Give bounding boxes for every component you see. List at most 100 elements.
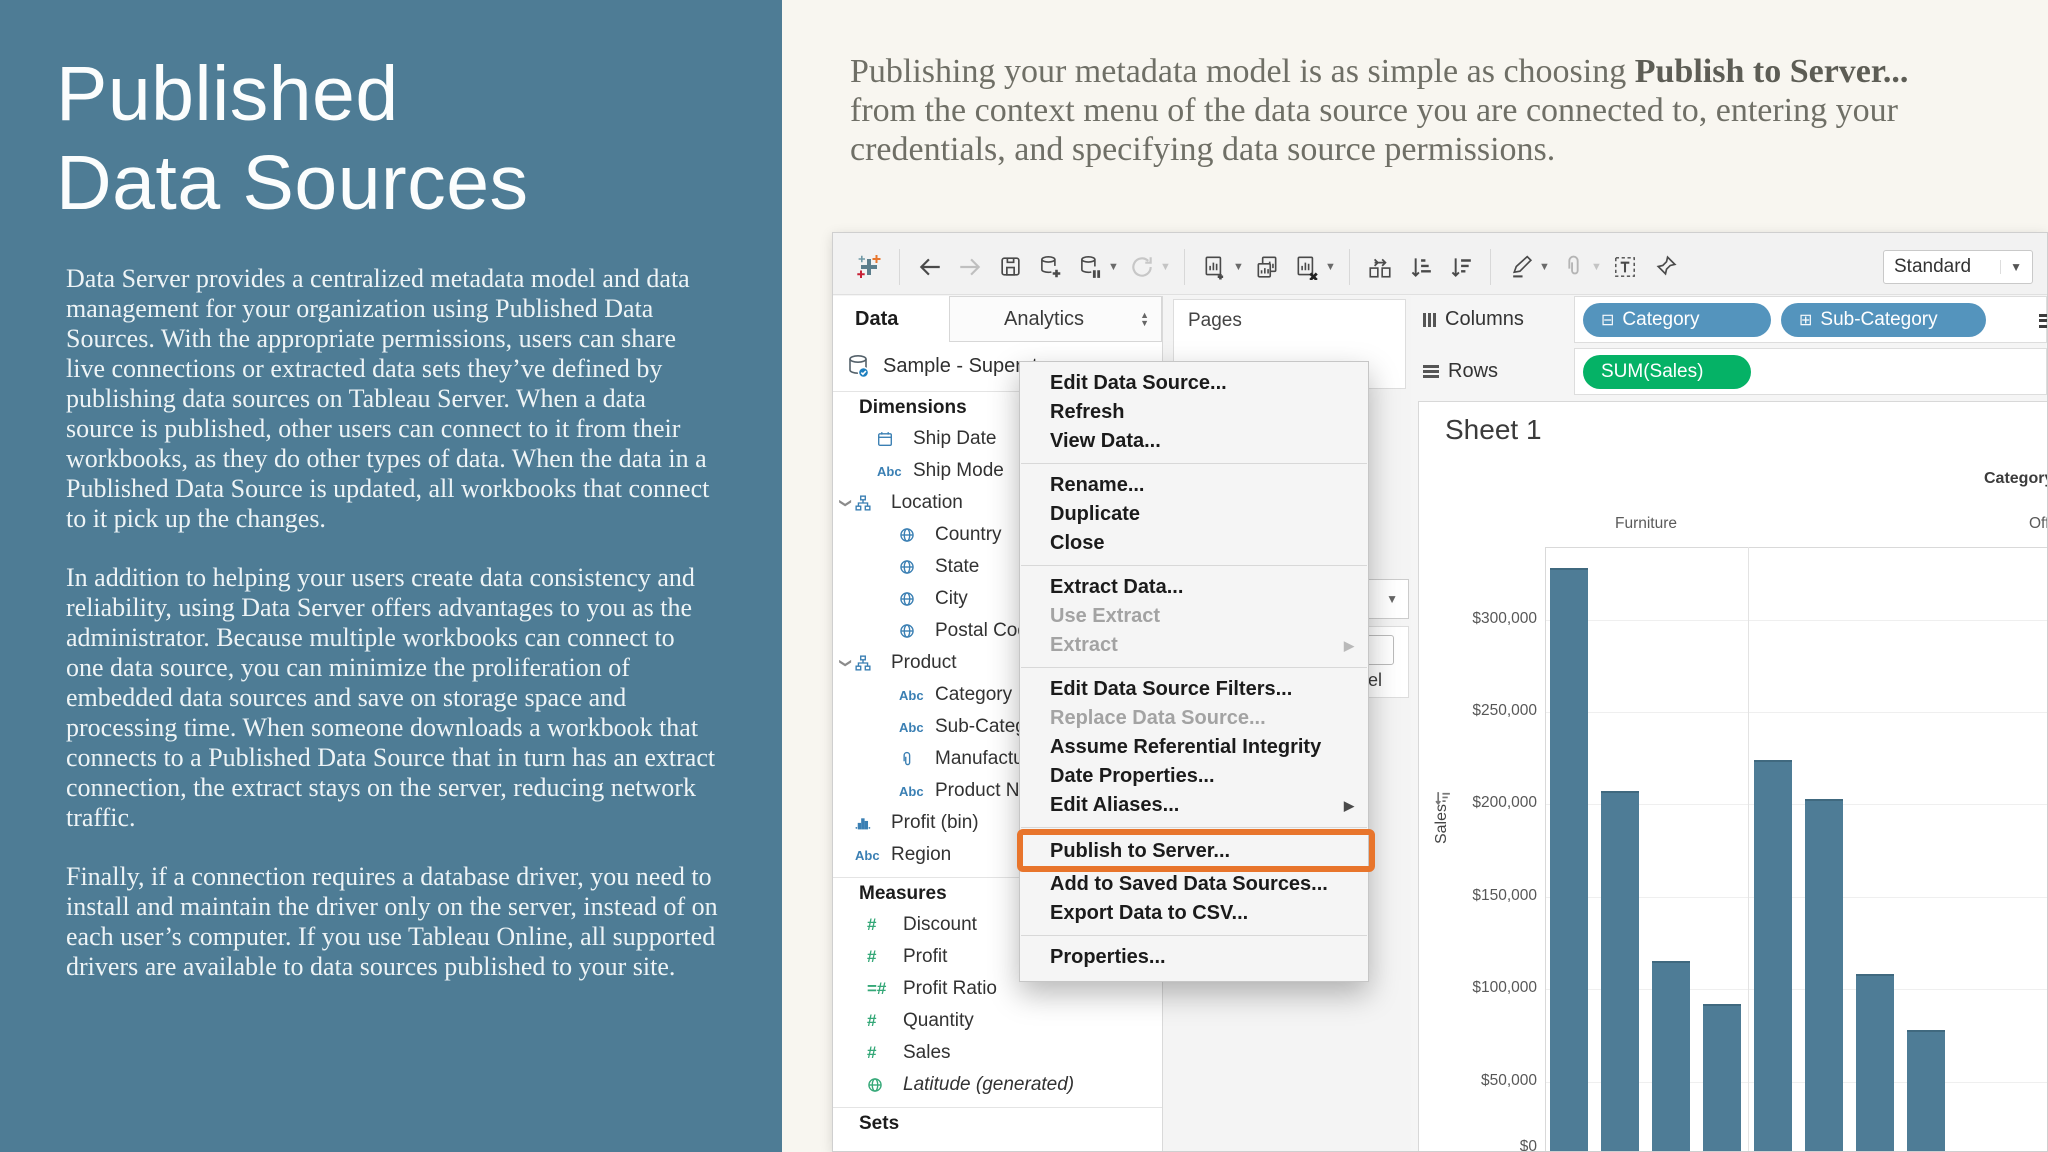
fit-mode-dropdown[interactable]: Standard ▼ — [1883, 249, 2033, 284]
submenu-arrow-icon: ▶ — [1344, 798, 1354, 813]
globe-green-icon — [867, 1076, 897, 1094]
bar-mark[interactable] — [1856, 974, 1894, 1151]
save-icon[interactable] — [995, 252, 1025, 282]
redo-forward-icon[interactable] — [955, 252, 985, 282]
category-separator-line — [1748, 547, 1749, 1151]
pill-category[interactable]: ⊟ Category — [1583, 302, 1771, 337]
menu-item-extract-data[interactable]: Extract Data... — [1020, 573, 1368, 602]
new-data-source-icon[interactable] — [1035, 252, 1065, 282]
submenu-arrow-icon: ▶ — [1344, 638, 1354, 653]
column-header-furniture: Furniture — [1614, 515, 1678, 532]
field-label: Category — [935, 684, 1013, 705]
bar-mark[interactable] — [1601, 791, 1639, 1151]
bar-mark[interactable] — [1907, 1030, 1945, 1151]
menu-item-assume-referential-integrity[interactable]: Assume Referential Integrity — [1020, 733, 1368, 762]
new-worksheet-dropdown-caret[interactable]: ▼ — [1233, 261, 1245, 273]
toolbar-separator — [899, 248, 900, 285]
minus-box-icon[interactable]: ⊟ — [1601, 310, 1614, 330]
field-label: Region — [891, 844, 952, 865]
menu-item-date-properties[interactable]: Date Properties... — [1020, 762, 1368, 791]
menu-item-edit-data-source-filters[interactable]: Edit Data Source Filters... — [1020, 675, 1368, 704]
bar-mark[interactable] — [1703, 1004, 1741, 1151]
pill-label: Category — [1622, 308, 1700, 330]
plus-box-icon[interactable]: ⊞ — [1799, 310, 1812, 330]
tab-analytics[interactable]: Analytics ▲ ▼ — [949, 296, 1162, 342]
sort-ascending-icon[interactable] — [1405, 252, 1435, 282]
pill-label: Sub-Category — [1820, 308, 1938, 330]
clear-sheet-dropdown-caret[interactable]: ▼ — [1325, 261, 1337, 273]
menu-item-add-to-saved-data-sources[interactable]: Add to Saved Data Sources... — [1020, 870, 1368, 899]
menu-item-extract[interactable]: Extract ▶ — [1020, 631, 1368, 660]
bar-mark[interactable] — [1652, 961, 1690, 1151]
menu-item-refresh[interactable]: Refresh — [1020, 398, 1368, 427]
field-sales[interactable]: # Sales — [833, 1037, 1162, 1069]
menu-item-properties[interactable]: Properties... — [1020, 943, 1368, 972]
undo-back-icon[interactable] — [915, 252, 945, 282]
text-box-icon[interactable] — [1610, 252, 1640, 282]
globe-icon — [899, 622, 929, 640]
presentation-pin-icon[interactable] — [1650, 252, 1680, 282]
chevron-down-icon[interactable]: ❯ — [839, 654, 853, 672]
y-tick-label: $150,000 — [1472, 887, 1537, 904]
chevron-down-icon[interactable]: ❯ — [839, 494, 853, 512]
columns-shelf[interactable]: ⊟ Category ⊞ Sub-Category — [1574, 296, 2047, 343]
menu-item-close[interactable]: Close — [1020, 529, 1368, 558]
field-label: State — [935, 556, 980, 577]
menu-item-edit-aliases[interactable]: Edit Aliases... ▶ — [1020, 791, 1368, 820]
bar-mark[interactable] — [1550, 568, 1588, 1151]
refresh-icon[interactable] — [1127, 252, 1157, 282]
menu-item-label: Add to Saved Data Sources... — [1050, 873, 1328, 895]
fit-mode-caret: ▼ — [2000, 259, 2022, 274]
bar-mark[interactable] — [1805, 799, 1843, 1151]
menu-separator — [1021, 827, 1367, 828]
hash-icon: # — [867, 915, 877, 934]
tab-data[interactable]: Data — [833, 296, 949, 342]
refresh-dropdown-caret[interactable]: ▼ — [1160, 261, 1172, 273]
abc-icon: Abc — [855, 847, 880, 863]
menu-item-view-data[interactable]: View Data... — [1020, 427, 1368, 456]
label-button-text: el — [1368, 670, 1383, 690]
pill-menu-fragment-icon — [2039, 311, 2047, 330]
menu-item-duplicate[interactable]: Duplicate — [1020, 500, 1368, 529]
format-paperclip-icon[interactable] — [1558, 252, 1588, 282]
new-worksheet-icon[interactable] — [1200, 252, 1230, 282]
field-latitude-generated-[interactable]: Latitude (generated) — [833, 1069, 1162, 1101]
field-label: Sales — [903, 1042, 951, 1063]
field-quantity[interactable]: # Quantity — [833, 1005, 1162, 1037]
y-axis-title: Sales — [1433, 804, 1450, 845]
toolbar-separator — [1184, 248, 1185, 285]
sort-descending-icon[interactable] — [1445, 252, 1475, 282]
menu-item-edit-data-source[interactable]: Edit Data Source... — [1020, 369, 1368, 398]
pause-updates-dropdown-caret[interactable]: ▼ — [1108, 261, 1120, 273]
rows-shelf[interactable]: SUM(Sales) — [1574, 348, 2047, 395]
highlight-dropdown-caret[interactable]: ▼ — [1539, 261, 1551, 273]
hash-icon: # — [867, 1011, 877, 1030]
pill-sum-sales-[interactable]: SUM(Sales) — [1583, 354, 1751, 389]
duplicate-sheet-icon[interactable] — [1252, 252, 1282, 282]
menu-item-publish-to-server[interactable]: Publish to Server... — [1017, 829, 1375, 872]
marks-dropdown-caret: ▼ — [1386, 592, 1398, 606]
swap-axes-icon[interactable] — [1365, 252, 1395, 282]
gridline — [1546, 712, 2047, 713]
hash-eq-icon: =# — [867, 979, 887, 998]
highlight-pen-icon[interactable] — [1506, 252, 1536, 282]
pause-auto-updates-icon[interactable] — [1075, 252, 1105, 282]
pane-collapse-icon[interactable]: ▲ ▼ — [1140, 311, 1149, 328]
menu-item-replace-data-source[interactable]: Replace Data Source... — [1020, 704, 1368, 733]
bar-mark[interactable] — [1754, 760, 1792, 1151]
menu-item-label: Properties... — [1050, 946, 1166, 968]
clear-sheet-icon[interactable] — [1292, 252, 1322, 282]
page-title: Published Data Sources — [56, 51, 529, 226]
menu-item-use-extract[interactable]: Use Extract — [1020, 602, 1368, 631]
panel-paragraph: Finally, if a connection requires a data… — [66, 862, 718, 981]
menu-item-label: Publish to Server... — [1050, 840, 1231, 862]
paperclip-icon — [899, 750, 929, 768]
tableau-logo-icon — [854, 252, 884, 282]
panel-paragraph: In addition to helping your users create… — [66, 563, 716, 832]
pill-sub-category[interactable]: ⊞ Sub-Category — [1781, 302, 1986, 337]
column-header-underline — [1545, 547, 2047, 548]
hash-icon: # — [867, 1043, 877, 1062]
menu-item-export-data-to-csv[interactable]: Export Data to CSV... — [1020, 899, 1368, 928]
menu-item-rename[interactable]: Rename... — [1020, 471, 1368, 500]
paperclip-dropdown-caret[interactable]: ▼ — [1591, 261, 1603, 273]
